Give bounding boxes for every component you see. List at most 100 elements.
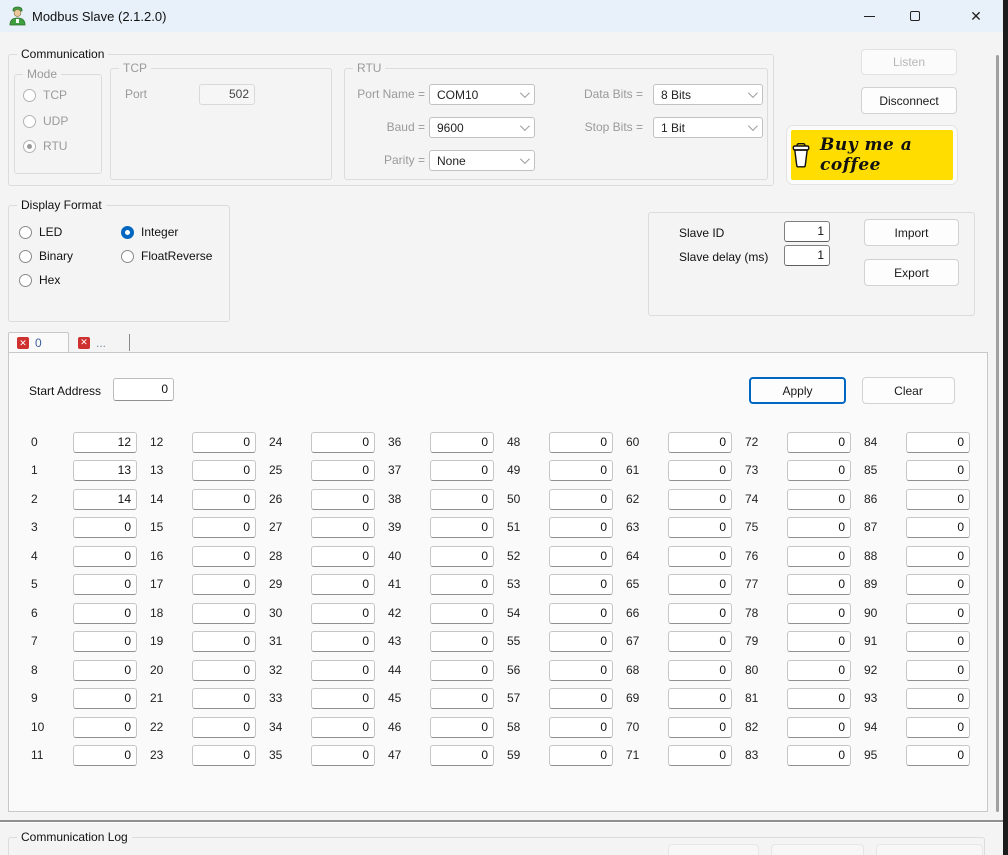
register-input-45[interactable]: 0 [430,688,494,709]
register-input-90[interactable]: 0 [906,603,970,624]
register-input-58[interactable]: 0 [549,717,613,738]
register-input-89[interactable]: 0 [906,574,970,595]
close-button[interactable]: ✕ [948,0,1004,32]
maximize-button[interactable] [892,0,938,32]
register-input-20[interactable]: 0 [192,660,256,681]
listen-button[interactable]: Listen [861,49,957,75]
splitter[interactable] [0,820,1008,823]
slave-delay-input[interactable]: 1 [784,245,830,266]
register-input-84[interactable]: 0 [906,432,970,453]
tab-close-icon[interactable]: ✕ [17,337,29,349]
stop-bits-combo[interactable]: 1 Bit [653,117,763,138]
import-button[interactable]: Import [864,219,959,246]
register-input-33[interactable]: 0 [311,688,375,709]
radio-rtu[interactable]: RTU [23,139,67,153]
log-button-1[interactable] [668,844,759,855]
register-input-3[interactable]: 0 [73,517,137,538]
register-input-93[interactable]: 0 [906,688,970,709]
register-input-72[interactable]: 0 [787,432,851,453]
register-input-42[interactable]: 0 [430,603,494,624]
port-name-combo[interactable]: COM10 [429,84,535,105]
register-input-51[interactable]: 0 [549,517,613,538]
register-input-7[interactable]: 0 [73,631,137,652]
register-input-87[interactable]: 0 [906,517,970,538]
register-input-16[interactable]: 0 [192,546,256,567]
register-input-31[interactable]: 0 [311,631,375,652]
register-input-8[interactable]: 0 [73,660,137,681]
baud-combo[interactable]: 9600 [429,117,535,138]
register-input-6[interactable]: 0 [73,603,137,624]
register-input-83[interactable]: 0 [787,745,851,766]
register-input-26[interactable]: 0 [311,489,375,510]
register-input-22[interactable]: 0 [192,717,256,738]
register-input-12[interactable]: 0 [192,432,256,453]
register-input-52[interactable]: 0 [549,546,613,567]
register-input-46[interactable]: 0 [430,717,494,738]
register-input-86[interactable]: 0 [906,489,970,510]
tab-close-icon[interactable]: ✕ [78,337,90,349]
register-input-19[interactable]: 0 [192,631,256,652]
register-input-53[interactable]: 0 [549,574,613,595]
register-input-36[interactable]: 0 [430,432,494,453]
register-input-25[interactable]: 0 [311,460,375,481]
tab-0[interactable]: ✕ 0 [8,332,69,353]
apply-button[interactable]: Apply [749,377,846,404]
register-input-14[interactable]: 0 [192,489,256,510]
register-input-94[interactable]: 0 [906,717,970,738]
register-input-15[interactable]: 0 [192,517,256,538]
register-input-41[interactable]: 0 [430,574,494,595]
disconnect-button[interactable]: Disconnect [861,87,957,114]
register-input-91[interactable]: 0 [906,631,970,652]
register-input-18[interactable]: 0 [192,603,256,624]
register-input-69[interactable]: 0 [668,688,732,709]
register-input-38[interactable]: 0 [430,489,494,510]
register-input-54[interactable]: 0 [549,603,613,624]
parity-combo[interactable]: None [429,150,535,171]
register-input-4[interactable]: 0 [73,546,137,567]
start-address-input[interactable]: 0 [113,378,174,401]
buy-me-a-coffee-button[interactable]: Buy me a coffee [787,126,957,184]
register-input-23[interactable]: 0 [192,745,256,766]
register-input-80[interactable]: 0 [787,660,851,681]
data-bits-combo[interactable]: 8 Bits [653,84,763,105]
radio-led[interactable]: LED [19,225,62,239]
radio-tcp[interactable]: TCP [23,88,67,102]
register-input-68[interactable]: 0 [668,660,732,681]
register-input-74[interactable]: 0 [787,489,851,510]
register-input-48[interactable]: 0 [549,432,613,453]
register-input-24[interactable]: 0 [311,432,375,453]
register-input-82[interactable]: 0 [787,717,851,738]
register-input-61[interactable]: 0 [668,460,732,481]
register-input-10[interactable]: 0 [73,717,137,738]
register-input-27[interactable]: 0 [311,517,375,538]
register-input-49[interactable]: 0 [549,460,613,481]
register-input-2[interactable]: 14 [73,489,137,510]
register-input-43[interactable]: 0 [430,631,494,652]
radio-udp[interactable]: UDP [23,114,68,128]
register-input-64[interactable]: 0 [668,546,732,567]
register-input-73[interactable]: 0 [787,460,851,481]
register-input-65[interactable]: 0 [668,574,732,595]
register-input-39[interactable]: 0 [430,517,494,538]
register-input-1[interactable]: 13 [73,460,137,481]
register-input-29[interactable]: 0 [311,574,375,595]
radio-integer[interactable]: Integer [121,225,178,239]
register-input-50[interactable]: 0 [549,489,613,510]
register-input-63[interactable]: 0 [668,517,732,538]
register-input-76[interactable]: 0 [787,546,851,567]
register-input-56[interactable]: 0 [549,660,613,681]
tcp-port-input[interactable]: 502 [199,84,255,105]
log-button-2[interactable] [771,844,864,855]
register-input-81[interactable]: 0 [787,688,851,709]
register-input-34[interactable]: 0 [311,717,375,738]
register-input-28[interactable]: 0 [311,546,375,567]
register-input-47[interactable]: 0 [430,745,494,766]
register-input-21[interactable]: 0 [192,688,256,709]
register-input-92[interactable]: 0 [906,660,970,681]
slave-id-input[interactable]: 1 [784,221,830,242]
clear-button[interactable]: Clear [862,377,955,404]
register-input-60[interactable]: 0 [668,432,732,453]
register-input-5[interactable]: 0 [73,574,137,595]
register-input-17[interactable]: 0 [192,574,256,595]
register-input-40[interactable]: 0 [430,546,494,567]
